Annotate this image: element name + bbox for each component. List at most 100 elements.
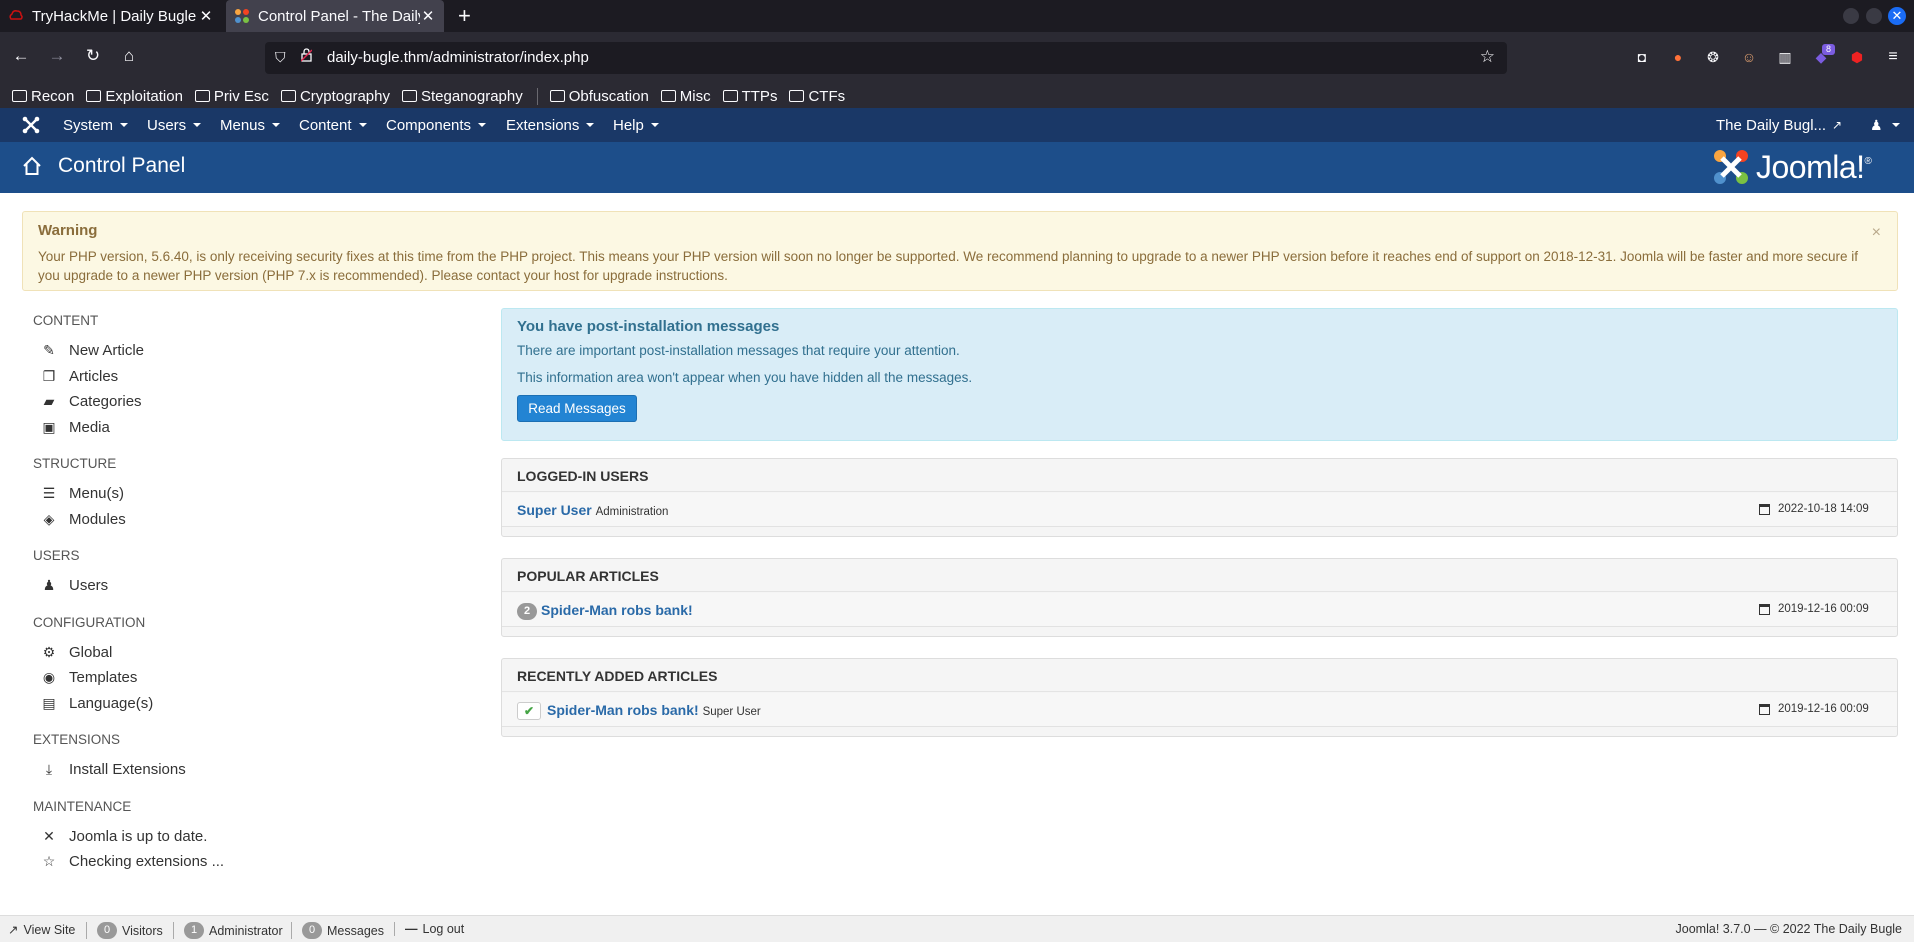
user-name[interactable]: Super User [517, 502, 592, 518]
cookie-extension-icon[interactable]: ❂ [1704, 48, 1722, 66]
article-date: 2019-12-16 00:09 [1759, 703, 1869, 715]
tryhackme-favicon-icon [9, 10, 23, 20]
sidebar-item-articles[interactable]: ❐ Articles [40, 365, 118, 387]
sidebar-item-global[interactable]: ⚙ Global [40, 641, 113, 663]
bookmark-label: Misc [679, 87, 711, 105]
logout-link[interactable]: — Log out [394, 922, 464, 936]
date-text: 2022-10-18 14:09 [1778, 503, 1869, 515]
bookmark-star-icon[interactable]: ☆ [1480, 47, 1495, 67]
sidebar-item-users[interactable]: ♟ Users [40, 574, 108, 596]
menu-extensions[interactable]: Extensions [506, 108, 595, 142]
sidebar-item-checking-extensions[interactable]: ☆ Checking extensions ... [40, 850, 224, 872]
back-icon[interactable]: ← [10, 46, 32, 66]
menu-components[interactable]: Components [386, 108, 487, 142]
forward-icon[interactable]: → [46, 46, 68, 66]
caret-down-icon [1891, 123, 1900, 127]
menu-system[interactable]: System [63, 108, 129, 142]
eye-icon: ◉ [42, 668, 56, 685]
bookmark-label: Obfuscation [568, 87, 649, 105]
sidebar-item-joomla-update[interactable]: ✕ Joomla is up to date. [40, 825, 207, 847]
view-site-link[interactable]: The Daily Bugl... ↗ [1716, 108, 1842, 142]
popular-articles-panel: POPULAR ARTICLES 2 Spider-Man robs bank! … [501, 558, 1898, 637]
close-tab-icon[interactable]: ✕ [420, 7, 436, 25]
close-tab-icon[interactable]: ✕ [198, 7, 214, 25]
status-label: Messages [327, 923, 384, 938]
maximize-window-icon[interactable] [1866, 8, 1882, 24]
bookmark-folder-ttps[interactable]: TTPs [722, 88, 777, 105]
status-label: Visitors [122, 923, 163, 938]
sidebar-item-new-article[interactable]: ✎ New Article [40, 339, 144, 361]
bookmark-folder-cryptography[interactable]: Cryptography [280, 88, 390, 105]
menu-content[interactable]: Content [299, 108, 367, 142]
sidebar-item-menus[interactable]: ☰ Menu(s) [40, 482, 124, 504]
avatar-extension-icon[interactable]: ☺ [1740, 48, 1758, 66]
sidebar-item-label: Articles [69, 367, 119, 385]
registered-mark: ® [1864, 156, 1872, 167]
article-link[interactable]: Spider-Man robs bank! [547, 702, 699, 718]
lock-icon[interactable] [301, 48, 312, 62]
close-icon[interactable]: × [1872, 224, 1881, 242]
joomla-mark-icon [1714, 150, 1748, 184]
home-icon[interactable]: ⌂ [118, 46, 140, 66]
administrator-status[interactable]: 1 Administrator [173, 922, 283, 939]
folder-icon [401, 90, 417, 102]
tracking-shield-icon[interactable]: ⛉ [275, 49, 286, 66]
article-link[interactable]: Spider-Man robs bank! [541, 602, 693, 618]
sidebar-item-label: Users [69, 576, 109, 594]
download-icon: ⤓ [45, 760, 53, 777]
bookmark-folder-exploitation[interactable]: Exploitation [86, 88, 183, 105]
sidebar-item-install-extensions[interactable]: ⤓ Install Extensions [40, 758, 186, 780]
address-bar[interactable]: ⛉ daily-bugle.thm/administrator/index.ph… [265, 42, 1507, 74]
bookmark-folder-steganography[interactable]: Steganography [401, 88, 523, 105]
bookmark-folder-misc[interactable]: Misc [660, 87, 711, 105]
article-row-content: ✔ Spider-Man robs bank! Super User [517, 702, 761, 721]
login-date: 2022-10-18 14:09 [1759, 503, 1869, 515]
published-check-icon[interactable]: ✔ [517, 702, 541, 721]
sidebar-item-templates[interactable]: ◉ Templates [40, 666, 137, 688]
bookmark-label: Exploitation [105, 87, 183, 105]
status-bar: ↗ View Site 0 Visitors 1 Administrator 0 Mes… [0, 915, 1914, 942]
ublock-extension-icon[interactable]: ⬢ [1848, 48, 1866, 66]
external-link-icon: ↗ [8, 923, 19, 937]
trash-extension-icon[interactable]: ▥ [1776, 48, 1794, 66]
folder-icon [660, 90, 676, 102]
messages-status[interactable]: 0 Messages [291, 922, 384, 939]
folder-icon [789, 90, 805, 102]
star-icon: ☆ [42, 852, 56, 869]
read-messages-button[interactable]: Read Messages [517, 395, 637, 422]
menu-help[interactable]: Help [613, 108, 659, 142]
bookmark-folder-obfuscation[interactable]: Obfuscation [536, 87, 649, 105]
pocket-icon[interactable]: ◘ [1633, 48, 1651, 66]
new-tab-button[interactable]: + [458, 4, 471, 28]
sidebar-item-label: Templates [69, 668, 138, 686]
firefox-extension-icon[interactable]: ● [1669, 48, 1687, 66]
view-site-link[interactable]: ↗ View Site [8, 922, 75, 938]
sidebar-item-media[interactable]: ▣ Media [40, 416, 109, 438]
status-label: Administrator [209, 923, 283, 938]
bookmark-folder-ctfs[interactable]: CTFs [789, 88, 845, 105]
user-menu[interactable]: ♟ [1870, 108, 1900, 142]
menu-menus[interactable]: Menus [220, 108, 281, 142]
bookmark-folder-priv-esc[interactable]: Priv Esc [194, 88, 269, 105]
visitors-status[interactable]: 0 Visitors [86, 922, 163, 939]
browser-tab-tryhackme[interactable]: TryHackMe | Daily Bugle ✕ [0, 0, 222, 32]
warning-text: Your PHP version, 5.6.40, is only receiv… [38, 249, 1858, 283]
recent-articles-panel: RECENTLY ADDED ARTICLES ✔ Spider-Man robs… [501, 658, 1898, 737]
sidebar-item-label: Install Extensions [69, 760, 186, 778]
sidebar-item-categories[interactable]: ▰ Categories [40, 390, 142, 412]
sidebar-heading-content: CONTENT [33, 313, 99, 328]
joomla-logo-icon[interactable] [22, 116, 40, 134]
reload-icon[interactable]: ↻ [82, 46, 104, 66]
menu-users[interactable]: Users [147, 108, 202, 142]
browser-tab-control-panel[interactable]: Control Panel - The Daily B ✕ [226, 0, 444, 32]
sidebar-item-languages[interactable]: ▤ Language(s) [40, 692, 153, 714]
home-icon [23, 156, 41, 175]
minus-icon: — [405, 922, 418, 936]
sidebar-item-modules[interactable]: ◈ Modules [40, 508, 126, 530]
minimize-window-icon[interactable] [1843, 8, 1859, 24]
user-link[interactable]: Super User Administration [517, 502, 668, 518]
menu-label: Menus [220, 116, 266, 134]
bookmark-folder-recon[interactable]: Recon [12, 88, 74, 105]
menu-hamburger-icon[interactable]: ≡ [1884, 48, 1902, 66]
close-window-icon[interactable]: ✕ [1888, 7, 1906, 25]
